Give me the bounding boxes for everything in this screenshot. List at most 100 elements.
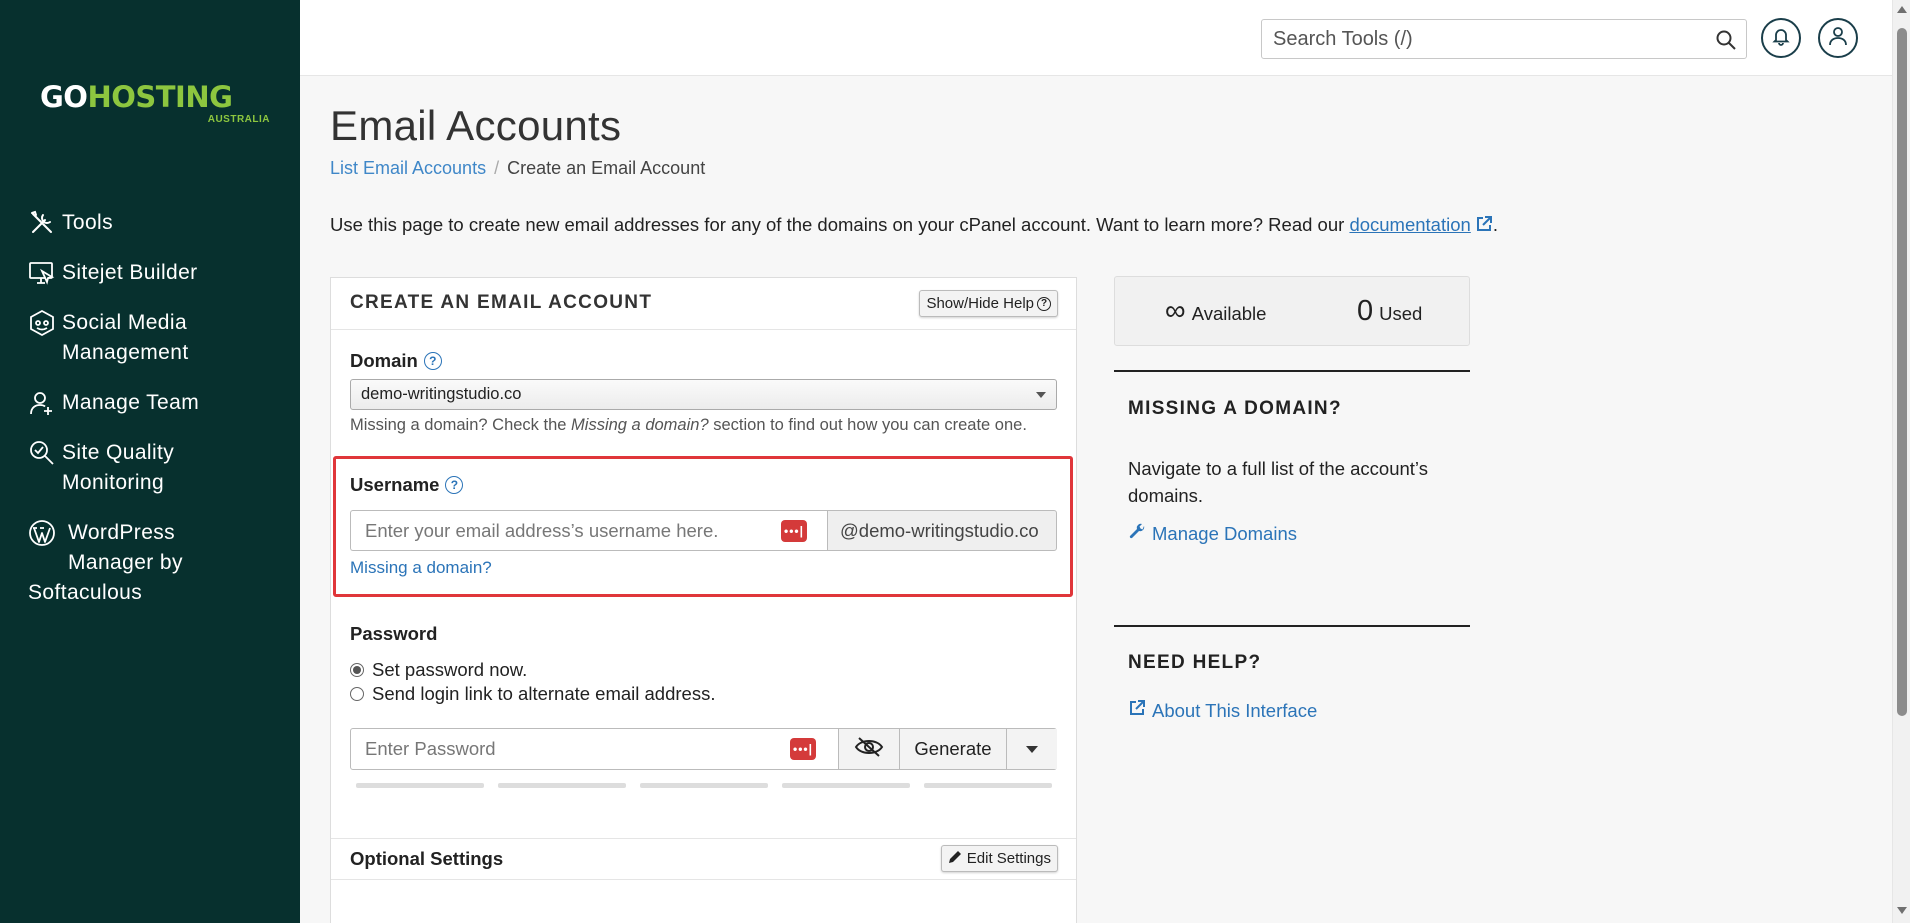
sidebar-item-wordpress-manager[interactable]: WordPress Manager by Softaculous (28, 518, 258, 608)
caret-down-icon (1026, 745, 1038, 753)
sidebar-item-site-quality-monitoring[interactable]: Site Quality Monitoring (28, 438, 174, 498)
strength-meter-segment (640, 783, 768, 788)
hint-text: Missing a domain? Check the (350, 416, 567, 434)
section-divider (1114, 370, 1470, 372)
stat-value: ∞ (1165, 295, 1186, 327)
optional-settings-bar: Optional Settings Edit Settings (331, 838, 1076, 880)
radio-send-login-link[interactable]: Send login link to alternate email addre… (350, 683, 715, 705)
username-field-wrap: •••| (350, 510, 827, 551)
label-text: Domain (350, 350, 418, 371)
radio-label: Send login link to alternate email addre… (372, 683, 716, 704)
label-text: Username (350, 474, 440, 495)
sidebar-item-manage-team[interactable]: Manage Team (28, 388, 199, 418)
hint-emphasis: Missing a domain? (571, 416, 709, 434)
label-text: Password (350, 623, 438, 644)
documentation-link[interactable]: documentation (1349, 214, 1470, 235)
stat-value: 0 (1357, 295, 1374, 327)
about-interface-link[interactable]: About This Interface (1128, 699, 1317, 722)
password-label: Password (350, 623, 437, 645)
account-stats: ∞ Available 0 Used (1114, 276, 1470, 346)
user-icon (1827, 25, 1849, 52)
logo-text-go: GO (40, 80, 88, 114)
missing-domain-heading: MISSING A DOMAIN? (1128, 398, 1342, 419)
search-box[interactable] (1261, 19, 1747, 59)
sidebar-label-line: Softaculous (28, 581, 143, 604)
missing-domain-link[interactable]: Missing a domain? (350, 558, 492, 578)
stat-used: 0 Used (1357, 295, 1422, 328)
button-label: Edit Settings (966, 850, 1051, 867)
panel-header: CREATE AN EMAIL ACCOUNT Show/Hide Help? (331, 278, 1076, 330)
sidebar-label-line: Monitoring (62, 471, 165, 494)
show-hide-help-button[interactable]: Show/Hide Help? (919, 290, 1058, 317)
sidebar-item-label: Site Quality Monitoring (62, 438, 174, 498)
logo-subtitle: AUSTRALIA (207, 114, 270, 125)
link-label: About This Interface (1152, 699, 1318, 721)
scroll-up-arrow[interactable] (1897, 6, 1907, 13)
page-scrollbar[interactable] (1892, 0, 1910, 923)
radio-set-password[interactable]: Set password now. (350, 659, 527, 681)
radio-button[interactable] (350, 687, 364, 701)
wrench-icon (1128, 522, 1146, 545)
scroll-thumb[interactable] (1897, 28, 1907, 716)
help-icon[interactable]: ? (423, 352, 442, 370)
search-input[interactable] (1262, 20, 1692, 58)
sidebar: GOHOSTING AUSTRALIA Tools Sitejet Builde… (0, 0, 300, 923)
password-input[interactable] (351, 729, 771, 769)
hint-text: section to find out how you can create o… (713, 416, 1027, 434)
brand-logo[interactable]: GOHOSTING AUSTRALIA (40, 80, 270, 130)
toggle-visibility-button[interactable] (838, 729, 899, 769)
intro-sentence: Use this page to create new email addres… (330, 214, 1345, 235)
question-icon: ? (1037, 296, 1051, 311)
domain-select-value: demo-writingstudio.co (361, 385, 522, 403)
team-icon (28, 388, 62, 418)
sidebar-item-sitejet-builder[interactable]: Sitejet Builder (28, 258, 198, 288)
radio-button[interactable] (350, 663, 364, 677)
username-input[interactable] (351, 511, 771, 550)
intro-text: Use this page to create new email addres… (330, 214, 1498, 236)
generate-password-button[interactable]: Generate (899, 729, 1006, 769)
sidebar-label-line: Site Quality (62, 441, 175, 464)
password-manager-icon[interactable]: •••| (790, 738, 816, 760)
sidebar-label-line: Social Media (62, 311, 188, 334)
sidebar-item-label: Manage Team (62, 391, 200, 414)
quality-icon (28, 438, 62, 468)
password-manager-icon[interactable]: •••| (781, 520, 807, 542)
radio-label: Set password now. (372, 659, 528, 680)
top-header (300, 0, 1892, 76)
stat-label: Available (1191, 303, 1267, 324)
user-menu-button[interactable] (1818, 18, 1858, 58)
bell-icon (1771, 26, 1791, 51)
sidebar-item-tools[interactable]: Tools (28, 208, 113, 238)
domain-label: Domain? (350, 350, 442, 372)
external-link-icon (1128, 699, 1146, 722)
generate-options-dropdown[interactable] (1006, 729, 1057, 769)
search-icon[interactable] (1715, 29, 1737, 51)
tools-icon (28, 208, 62, 238)
strength-meter-segment (782, 783, 910, 788)
notifications-button[interactable] (1761, 18, 1801, 58)
optional-settings-title: Optional Settings (350, 848, 504, 869)
social-icon (28, 308, 62, 338)
need-help-heading: NEED HELP? (1128, 652, 1262, 673)
edit-settings-button[interactable]: Edit Settings (940, 845, 1058, 872)
breadcrumb-separator: / (494, 158, 500, 178)
sidebar-label-line: WordPress (68, 521, 176, 544)
sidebar-item-social-media-management[interactable]: Social Media Management (28, 308, 189, 368)
link-label: Manage Domains (1152, 522, 1297, 544)
help-icon[interactable]: ? (445, 476, 464, 494)
external-link-icon[interactable] (1475, 215, 1493, 233)
manage-domains-link[interactable]: Manage Domains (1128, 522, 1297, 545)
section-divider (1114, 625, 1470, 627)
pencil-icon (948, 850, 962, 868)
chevron-down-icon (1036, 392, 1046, 398)
sidebar-label-line: Manager by (68, 551, 183, 574)
password-input-group: •••| Generate (350, 728, 1057, 770)
eye-slash-icon (854, 736, 884, 763)
domain-select[interactable]: demo-writingstudio.co (350, 379, 1057, 410)
breadcrumb-list-email-accounts[interactable]: List Email Accounts (330, 158, 486, 178)
sidebar-item-label: Tools (62, 211, 114, 234)
monitor-icon (28, 258, 62, 288)
sidebar-item-label: Social Media Management (62, 308, 189, 368)
scroll-down-arrow[interactable] (1897, 907, 1907, 914)
stat-label: Used (1379, 303, 1423, 324)
